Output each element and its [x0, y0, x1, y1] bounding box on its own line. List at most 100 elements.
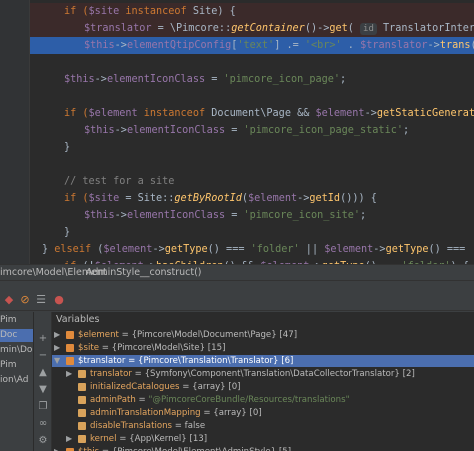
code-token: ()->: [304, 23, 330, 34]
code-line[interactable]: if ($site instanceof Site) {: [30, 3, 474, 20]
code-token: getId: [309, 193, 341, 204]
code-token: 'folder': [250, 244, 300, 255]
code-token: if (: [64, 193, 89, 204]
variable-value: = {App\Kernel} [13]: [119, 434, 208, 444]
field-icon: [78, 383, 86, 391]
plus-icon[interactable]: +: [36, 332, 50, 346]
frame-item[interactable]: Pim: [0, 314, 33, 327]
code-token: ->: [94, 74, 107, 85]
variable-string-value: "@PimcoreCoreBundle/Resources/translatio…: [148, 395, 350, 405]
variable-value: =: [138, 395, 149, 405]
code-line[interactable]: if ($site = Site::getByRootId($element->…: [30, 190, 474, 207]
variable-text: initializedCatalogues = {array} [0]: [90, 381, 241, 393]
code-token: ;: [360, 210, 367, 221]
code-line[interactable]: $this->elementQtipConfig['text'] .= '<br…: [30, 37, 474, 54]
variable-value: = {Pimcore\Model\Element\AdminStyle} [5]: [102, 447, 291, 451]
variable-row[interactable]: ▶ $site = {Pimcore\Model\Site} [15]: [52, 342, 474, 354]
code-token: (: [471, 40, 474, 51]
code-token: }: [42, 244, 55, 255]
breadcrumb-item-class[interactable]: AdminStyle: [86, 265, 140, 280]
chevron-right-icon[interactable]: ▶: [66, 433, 74, 445]
chevron-down-icon[interactable]: ▼: [54, 355, 62, 367]
variable-name: kernel: [90, 434, 120, 444]
frame-item[interactable]: min\Do: [0, 344, 33, 357]
code-token: ||: [299, 244, 325, 255]
code-token: = \Pimcore::: [151, 23, 232, 34]
variable-name: adminPath: [90, 395, 139, 405]
frame-item-selected[interactable]: Doc: [0, 329, 33, 342]
variable-row[interactable]: ▶ translator = {Symfony\Component\Transla…: [52, 368, 474, 380]
code-token: ->: [114, 210, 127, 221]
chevron-right-icon[interactable]: ▶: [54, 329, 62, 341]
code-line[interactable]: if ($element instanceof Document\Page &&…: [30, 105, 474, 122]
variable-row[interactable]: ▶ $this = {Pimcore\Model\Element\AdminSty…: [52, 446, 474, 451]
code-line[interactable]: $this->elementIconClass = 'pimcore_icon_…: [30, 71, 474, 88]
minus-icon[interactable]: −: [36, 349, 50, 363]
code-line[interactable]: [30, 156, 474, 173]
variable-value: = {Pimcore\Translation\Translator} [6]: [128, 356, 294, 366]
code-token: Document\Page &&: [211, 108, 316, 119]
variable-text: $translator = {Pimcore\Translation\Trans…: [78, 355, 293, 367]
editor-gutter[interactable]: [0, 0, 30, 264]
code-token: $site: [88, 193, 120, 204]
variable-name: $element: [78, 330, 122, 340]
variable-row[interactable]: ▶ kernel = {App\Kernel} [13]: [52, 433, 474, 445]
code-line[interactable]: $translator = \Pimcore::getContainer()->…: [30, 20, 474, 37]
breadcrumb-item-method[interactable]: __construct(): [140, 265, 202, 280]
code-token: 'pimcore_icon_page_static': [243, 125, 403, 136]
chevron-right-icon[interactable]: ▶: [54, 446, 62, 451]
code-line[interactable]: }: [30, 224, 474, 241]
code-token: if (: [64, 6, 89, 17]
breakpoint-icon[interactable]: ●: [52, 293, 66, 307]
variable-row[interactable]: ▶ $element = {Pimcore\Model\Document\Page…: [52, 329, 474, 341]
code-token: (: [347, 23, 361, 34]
code-token: getType: [164, 244, 208, 255]
code-token: ->: [364, 108, 377, 119]
parameter-hint: id: [360, 23, 377, 35]
code-token: $this: [84, 125, 115, 136]
code-token: ->: [373, 244, 386, 255]
code-token: }: [64, 142, 71, 153]
code-line[interactable]: $this->elementIconClass = 'pimcore_icon_…: [30, 207, 474, 224]
code-token: $element: [88, 108, 144, 119]
chevron-right-icon[interactable]: ▶: [66, 368, 74, 380]
code-token: $this: [84, 210, 115, 221]
variable-text: disableTranslations = false: [90, 420, 205, 432]
code-token: // test for a site: [64, 176, 175, 187]
variable-row[interactable]: initializedCatalogues = {array} [0]: [52, 381, 474, 393]
code-token: elseif: [54, 244, 98, 255]
variable-row[interactable]: adminTranslationMapping = {array} [0]: [52, 407, 474, 419]
frame-item[interactable]: ion\Ad: [0, 374, 33, 387]
code-line[interactable]: [30, 88, 474, 105]
code-line[interactable]: } elseif ($element->getType() === 'folde…: [30, 241, 474, 258]
variable-row[interactable]: disableTranslations = false: [52, 420, 474, 432]
chevron-right-icon[interactable]: ▶: [54, 342, 62, 354]
code-editor[interactable]: if ($site instanceof Site) {$translator …: [0, 0, 474, 264]
down-icon[interactable]: ▼: [36, 383, 50, 397]
code-token: ->: [297, 193, 310, 204]
code-token: $element: [315, 108, 365, 119]
code-token: $element: [248, 193, 298, 204]
code-line[interactable]: // test for a site: [30, 173, 474, 190]
variable-value: = {Pimcore\Model\Site} [15]: [101, 343, 226, 353]
variable-row[interactable]: adminPath = "@PimcoreCoreBundle/Resource…: [52, 394, 474, 406]
up-icon[interactable]: ▲: [36, 366, 50, 380]
list-icon[interactable]: ☰: [34, 293, 48, 307]
code-line[interactable]: $this->elementIconClass = 'pimcore_icon_…: [30, 122, 474, 139]
code-token: if (: [64, 108, 89, 119]
code-line[interactable]: [30, 54, 474, 71]
copy-icon[interactable]: ❐: [36, 400, 50, 414]
variable-row[interactable]: ▼ $translator = {Pimcore\Translation\Tran…: [52, 355, 474, 367]
object-variable-icon: [66, 331, 74, 339]
field-icon: [78, 370, 86, 378]
mute-icon[interactable]: ⊘: [18, 293, 32, 307]
settings-icon[interactable]: ⚙: [36, 434, 50, 448]
variable-name: translator: [90, 369, 135, 379]
code-line[interactable]: }: [30, 139, 474, 156]
code-token: getByRootId: [174, 193, 242, 204]
code-token: ->: [427, 40, 440, 51]
breadcrumb: imcore\Model\Element › AdminStyle › __co…: [0, 264, 474, 281]
frame-item[interactable]: Pim: [0, 359, 33, 372]
stop-icon[interactable]: ◆: [2, 293, 16, 307]
glasses-icon[interactable]: ∞: [36, 417, 50, 431]
